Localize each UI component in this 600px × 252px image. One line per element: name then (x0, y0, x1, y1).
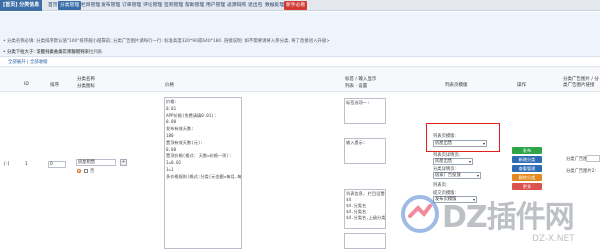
add-category-button[interactable]: 新增分类 (512, 156, 542, 163)
tip-line-1: • 分类名称必填: 分类排序默认值"100"排序越小越靠前; 分类广告图片请每行… (3, 39, 330, 44)
col-sort: 排序 (50, 83, 59, 88)
col-list-template: 列表页模版 (445, 83, 468, 88)
tip-line-3: • 分类下拉大于: 设置分类会员工作管理列表 (3, 50, 89, 55)
nav-tab-source[interactable]: 返源码购 (225, 1, 248, 10)
extra-textarea[interactable] (344, 233, 386, 249)
col-tags: 标签 / 输入显示 (345, 77, 377, 82)
list-page-label: 列表页: (433, 183, 448, 188)
detail-sub-value: 居家广告投放 (435, 173, 461, 178)
nav-tab-data[interactable]: 数据处理 (263, 1, 286, 10)
radio-icon[interactable] (77, 169, 81, 173)
top-navigation: [首页] 分类信息 首页 分类管理 栏目管理 发布管理 订单管理 评论管理 签到… (0, 0, 600, 11)
watermark-text: DZ插件网 (442, 200, 575, 235)
tags-option-textarea[interactable]: 标签选项一: (344, 98, 386, 124)
input-hint-textarea[interactable]: 输入提示: (344, 138, 386, 164)
nav-tab-orders[interactable]: 订单管理 (120, 1, 143, 10)
nav-tab-publish[interactable]: 发布管理 (99, 1, 122, 10)
highlight-box (426, 123, 500, 152)
delete-category-button[interactable]: 删除分类 (512, 174, 542, 181)
checkbox-icon[interactable] (84, 169, 88, 173)
col-action: 操作 (517, 83, 526, 88)
more-button[interactable]: 更多 (512, 183, 542, 190)
radio-label: 否 (90, 169, 95, 174)
dz-logo-icon (401, 195, 439, 233)
nav-tab-newbie[interactable]: 新手必看 (284, 1, 308, 10)
price-settings-textarea[interactable]: 价格: 0.01 APP价格(免费请填0.01): 0.00 发布有效天数: 1… (164, 97, 242, 249)
col-name-sub: 分类图标 (77, 84, 95, 89)
nav-tab-users[interactable]: 用户管理 (204, 1, 227, 10)
table-header: ID 排序 分类名称 分类图标 价格 标签 / 输入显示 列表 · 设置 列表页… (0, 66, 600, 92)
row-toggle[interactable]: [-] (4, 162, 9, 167)
publish-button[interactable]: 发布 (512, 147, 542, 154)
ad-image-2-label: 分类广告图片2: (566, 169, 596, 174)
tips-panel: • 分类名称必填: 分类排序默认值"100"排序越小越靠前; 分类广告图片请每行… (0, 12, 600, 57)
view-manage-button[interactable]: 查看管理 (512, 165, 542, 172)
nav-tab-category[interactable]: 分类管理 (58, 1, 82, 10)
ad-image-1-input[interactable] (586, 155, 600, 162)
list-info-textarea[interactable]: 列表信息, 栏目设置信息: $4 $4.分类名 $4.分类名 $4.分类名,上级… (344, 189, 386, 229)
nav-tab-checkin[interactable]: 签到管理 (162, 1, 185, 10)
col-name: 分类名称 (77, 77, 95, 82)
chevron-down-icon: ▾ (476, 173, 479, 178)
col-tags-sub: 列表 · 设置 (345, 84, 368, 89)
add-subcategory-icon[interactable]: + (120, 159, 127, 166)
nav-tab-comments[interactable]: 评论管理 (141, 1, 164, 10)
col-id: ID (24, 82, 29, 87)
col-price: 价格 (165, 83, 174, 88)
nav-tab-help[interactable]: 帮助管理 (183, 1, 206, 10)
watermark: DZ插件网 DZ-X.NET (392, 190, 600, 252)
col-adpic: 分类广告图片 / 分类广告图片链接 (563, 77, 599, 88)
chevron-down-icon: ▾ (468, 159, 471, 164)
nav-tab-exit[interactable]: 退出包 (246, 1, 264, 10)
sort-input[interactable]: 0 (48, 161, 66, 168)
brand-title: [首页] 分类信息 (0, 0, 43, 11)
watermark-subtext: DZ-X.NET (532, 234, 575, 244)
detail-sub-select[interactable]: 居家广告投放 ▾ (433, 172, 481, 179)
detail-page-value: 房屋出售 (435, 159, 453, 164)
expand-collapse-links[interactable]: 全部展开 | 全部收缩 (8, 59, 47, 65)
detail-page-select[interactable]: 房屋出售 ▾ (433, 158, 473, 165)
category-name-input[interactable]: 房屋租售 (76, 159, 116, 166)
row-id: 1 (25, 162, 28, 167)
